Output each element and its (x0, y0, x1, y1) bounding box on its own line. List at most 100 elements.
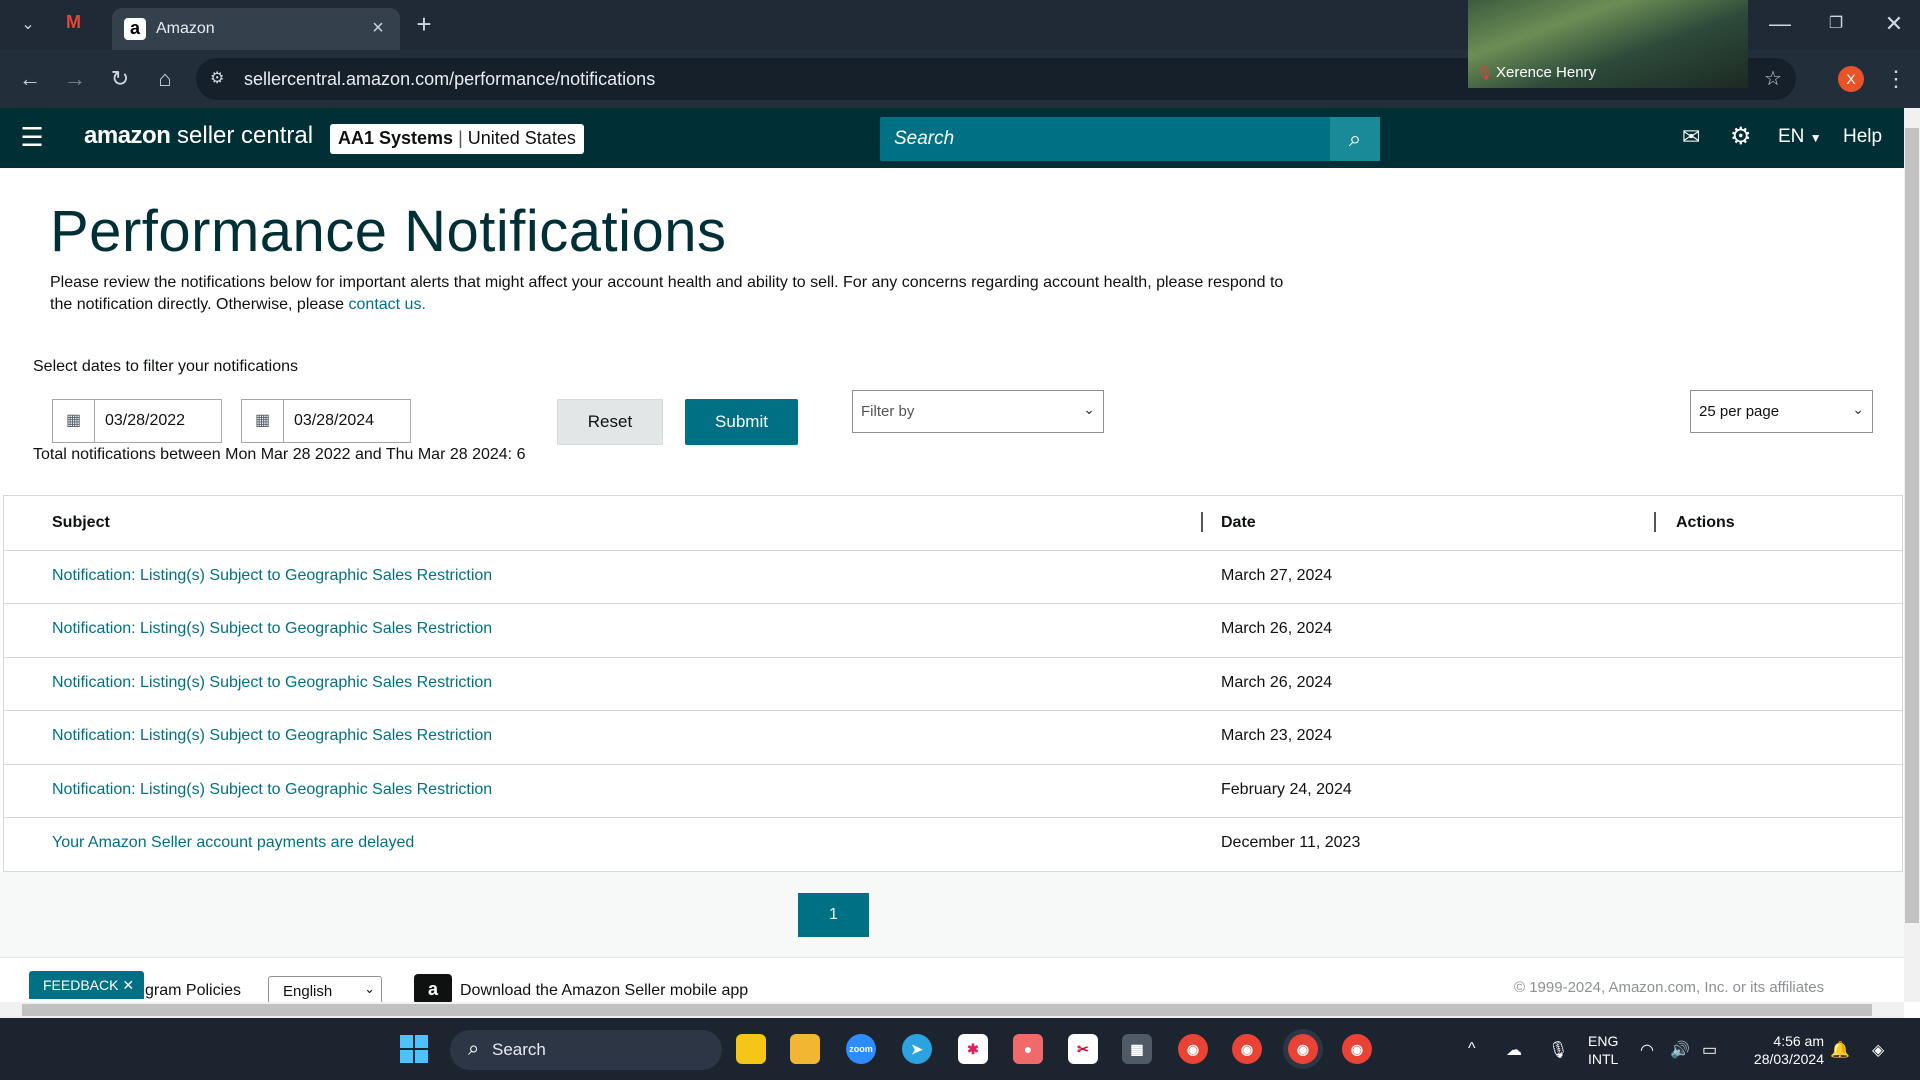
per-page-select[interactable]: 25 per page ⌄ (1690, 390, 1873, 433)
notification-subject-link[interactable]: Notification: Listing(s) Subject to Geog… (52, 567, 492, 585)
per-page-value: 25 per page (1699, 403, 1780, 420)
taskbar-clock[interactable]: 4:56 am 28/03/2024 (1740, 1032, 1824, 1068)
chrome-icon[interactable]: ◉ (1178, 1034, 1208, 1064)
horizontal-scroll-thumb[interactable] (22, 1004, 1872, 1016)
taskbar-search-label: Search (492, 1040, 546, 1059)
amazon-favicon-icon: a (124, 18, 146, 40)
column-divider (1201, 512, 1203, 532)
notification-date: February 24, 2024 (1221, 781, 1352, 798)
back-icon[interactable]: ← (12, 61, 48, 97)
site-info-icon[interactable]: ⚙ (210, 68, 224, 88)
notification-date: March 26, 2024 (1221, 620, 1333, 637)
amazon-seller-central-logo[interactable]: amazon seller central (84, 122, 313, 150)
help-link[interactable]: Help (1843, 126, 1882, 148)
browser-menu-icon[interactable]: ⋮ (1878, 61, 1914, 97)
contact-us-link[interactable]: contact us. (349, 296, 426, 313)
slack-icon[interactable]: ✱ (958, 1034, 988, 1064)
notification-date: December 11, 2023 (1221, 834, 1361, 851)
active-tab[interactable]: a Amazon × (112, 8, 400, 50)
column-divider (1654, 512, 1656, 532)
calendar-icon[interactable]: ▦ (242, 400, 284, 442)
bookmark-star-icon[interactable]: ☆ (1764, 66, 1782, 91)
notification-subject-link[interactable]: Your Amazon Seller account payments are … (52, 834, 414, 852)
new-tab-icon[interactable]: + (406, 6, 442, 42)
language-selector[interactable]: EN ▼ (1778, 126, 1822, 148)
seller-app-icon[interactable]: a (414, 974, 452, 1004)
account-switcher[interactable]: AA1 Systems | United States (330, 124, 584, 154)
submit-button[interactable]: Submit (685, 399, 798, 445)
account-name: AA1 Systems (338, 128, 454, 148)
search-icon[interactable]: ⌕ (1330, 117, 1380, 161)
date-to-value: 03/28/2024 (294, 412, 375, 429)
date-header[interactable]: Date (1221, 514, 1256, 532)
table-row: Notification: Listing(s) Subject to Geog… (4, 603, 1902, 657)
chevron-down-icon: ⌄ (1083, 401, 1095, 417)
table-row: Notification: Listing(s) Subject to Geog… (4, 657, 1902, 711)
chrome-icon[interactable]: ◉ (1342, 1034, 1372, 1064)
page-title: Performance Notifications (50, 199, 727, 264)
chevron-up-icon[interactable]: ^ (1468, 1040, 1476, 1058)
asana-icon[interactable]: ● (1013, 1034, 1043, 1064)
footer-language-select[interactable]: English ⌄ (268, 976, 382, 1004)
sticky-notes-icon[interactable] (736, 1034, 766, 1064)
notification-date: March 26, 2024 (1221, 674, 1333, 691)
home-icon[interactable]: ⌂ (147, 61, 183, 97)
calendar-icon[interactable]: ▦ (53, 400, 95, 442)
volume-icon[interactable]: 🔊 (1670, 1040, 1690, 1060)
tab-close-icon[interactable]: × (362, 12, 394, 44)
file-explorer-icon[interactable] (790, 1034, 820, 1064)
taskbar-search[interactable]: ⌕ Search (450, 1030, 722, 1070)
tab-list-icon[interactable]: ⌄ (10, 7, 46, 43)
date-to-field[interactable]: ▦ 03/28/2024 (241, 399, 411, 443)
feedback-button[interactable]: FEEDBACK ✕ (29, 971, 144, 999)
telegram-icon[interactable]: ➤ (902, 1034, 932, 1064)
gmail-tab-icon[interactable]: M (66, 12, 92, 32)
snipping-tool-icon[interactable]: ✂ (1068, 1034, 1098, 1064)
zoom-icon[interactable]: zoom (846, 1034, 876, 1064)
table-row: Notification: Listing(s) Subject to Geog… (4, 550, 1902, 604)
calculator-icon[interactable]: ▦ (1122, 1034, 1152, 1064)
account-region: United States (467, 128, 576, 148)
profile-avatar[interactable]: X (1838, 66, 1864, 92)
reload-icon[interactable]: ↻ (102, 61, 138, 97)
notification-subject-link[interactable]: Notification: Listing(s) Subject to Geog… (52, 674, 492, 692)
minimize-icon[interactable]: — (1762, 6, 1798, 42)
date-filter-label: Select dates to filter your notification… (33, 358, 299, 375)
filter-by-value: Filter by (861, 403, 915, 420)
copilot-icon[interactable]: ◈ (1872, 1040, 1884, 1060)
reset-button[interactable]: Reset (557, 399, 663, 445)
restore-icon[interactable]: ❐ (1818, 6, 1854, 42)
date-from-field[interactable]: ▦ 03/28/2022 (52, 399, 222, 443)
settings-gear-icon[interactable]: ⚙ (1730, 122, 1752, 151)
table-row: Notification: Listing(s) Subject to Geog… (4, 764, 1902, 818)
wifi-icon[interactable]: ◠ (1640, 1040, 1654, 1060)
notification-bell-icon[interactable]: 🔔 (1830, 1040, 1850, 1060)
close-window-icon[interactable]: ✕ (1876, 6, 1912, 42)
hamburger-menu-icon[interactable]: ☰ (16, 122, 48, 154)
microphone-icon[interactable]: 🎙 (1548, 1040, 1568, 1060)
program-policies-link[interactable]: gram Policies (145, 982, 241, 1000)
search-placeholder: Search (894, 128, 955, 149)
mail-icon[interactable]: ✉ (1682, 124, 1700, 150)
vertical-scroll-thumb[interactable] (1905, 128, 1919, 923)
caret-down-icon: ▼ (1809, 131, 1822, 145)
download-app-link[interactable]: Download the Amazon Seller mobile app (460, 982, 748, 1000)
date-from-value: 03/28/2022 (105, 412, 186, 429)
total-notifications-text: Total notifications between Mon Mar 28 2… (33, 446, 526, 463)
table-row: Your Amazon Seller account payments are … (4, 817, 1902, 871)
page-1-button[interactable]: 1 (798, 893, 869, 937)
search-input[interactable]: Search ⌕ (880, 117, 1380, 161)
filter-by-select[interactable]: Filter by ⌄ (852, 390, 1104, 433)
notification-subject-link[interactable]: Notification: Listing(s) Subject to Geog… (52, 620, 492, 638)
battery-icon[interactable]: ▭ (1702, 1040, 1717, 1060)
windows-start-icon[interactable] (400, 1035, 430, 1065)
chrome-icon[interactable]: ◉ (1288, 1034, 1318, 1064)
subject-header[interactable]: Subject (52, 514, 110, 532)
input-language-indicator[interactable]: ENG INTL (1588, 1032, 1618, 1068)
chrome-icon[interactable]: ◉ (1232, 1034, 1262, 1064)
forward-icon[interactable]: → (57, 61, 93, 97)
onedrive-cloud-icon[interactable]: ☁ (1506, 1040, 1522, 1060)
copyright-text: © 1999-2024, Amazon.com, Inc. or its aff… (1514, 979, 1825, 996)
notification-subject-link[interactable]: Notification: Listing(s) Subject to Geog… (52, 781, 492, 799)
notification-subject-link[interactable]: Notification: Listing(s) Subject to Geog… (52, 727, 492, 745)
